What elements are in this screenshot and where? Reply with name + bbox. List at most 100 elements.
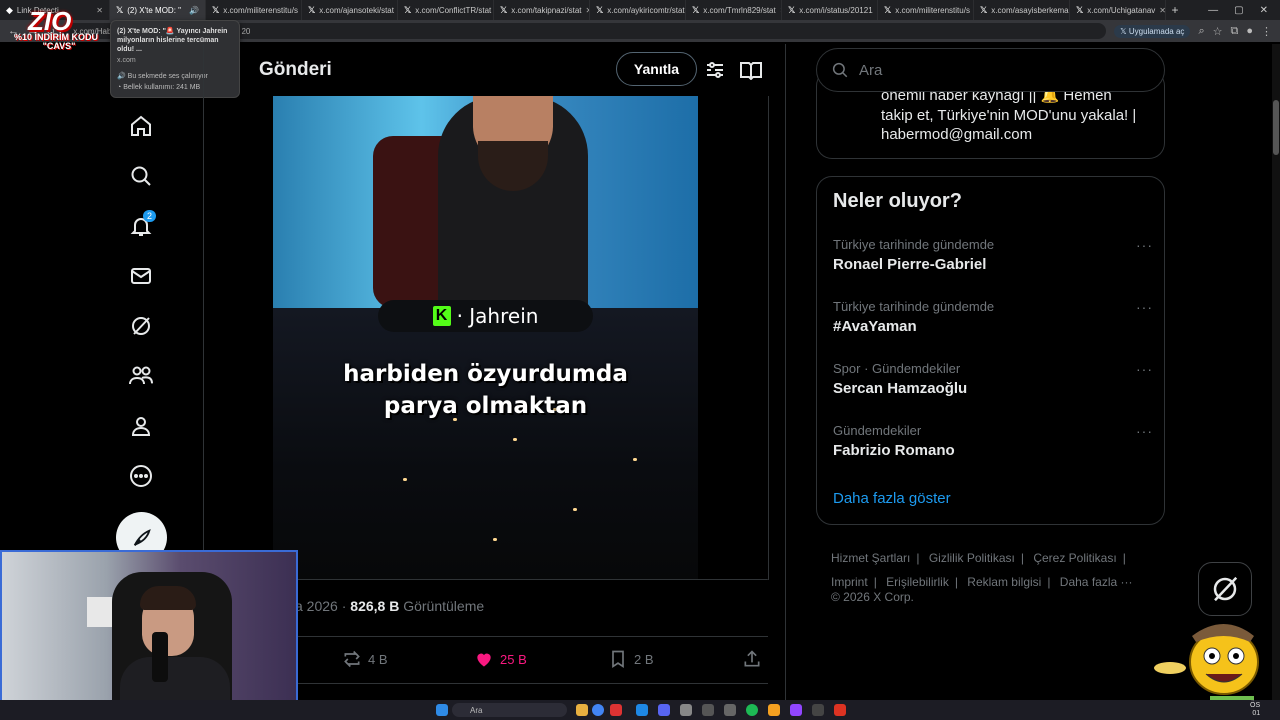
reply-button[interactable]: Yanıtla (616, 52, 697, 86)
browser-tab[interactable]: 𝕏x.com/aykiricomtr/stat✕ (590, 0, 686, 20)
nav-profile[interactable] (122, 407, 160, 445)
edge-icon[interactable] (636, 704, 648, 716)
browser-tab[interactable]: 𝕏x.com/ajansoteki/stat✕ (302, 0, 398, 20)
footer-link[interactable]: Reklam bilgisi (967, 575, 1041, 589)
profile-icon (131, 417, 151, 436)
nav-notifications[interactable]: 2 (122, 207, 160, 245)
meta-dot: · (341, 598, 351, 614)
trend-item[interactable]: Gündemdekiler Fabrizio Romano ··· (833, 423, 1153, 459)
maximize-icon[interactable]: ▢ (1234, 5, 1243, 16)
footer-separator: | (1047, 575, 1051, 589)
browser-tab[interactable]: 𝕏x.com/Uchigatanav ✕ (1070, 0, 1166, 20)
bookmark-star-icon[interactable]: ☆ (1213, 25, 1223, 38)
footer-link[interactable]: Erişilebilirlik (886, 575, 949, 589)
app-icon[interactable] (702, 704, 714, 716)
show-more-link[interactable]: Daha fazla göster (833, 490, 951, 507)
footer-link[interactable]: Imprint (831, 575, 868, 589)
zoom-icon[interactable]: ⌕ (1198, 25, 1204, 38)
browser-tab[interactable]: 𝕏x.com/i/status/20121✕ (782, 0, 878, 20)
footer-link[interactable]: Hizmet Şartları (831, 551, 910, 565)
grok-floating-button[interactable] (1198, 562, 1252, 616)
search-placeholder: Ara (859, 61, 883, 79)
tab-label: x.com/asayisberkemal (991, 5, 1070, 15)
browser-tab[interactable]: 𝕏x.com/asayisberkemal✕ (974, 0, 1070, 20)
browser-tab[interactable]: 𝕏x.com/militerenstitu/s✕ (878, 0, 974, 20)
new-tab-button[interactable]: + (1166, 3, 1184, 17)
open-in-app-button[interactable]: 𝕏 Uygulamada aç (1114, 24, 1191, 38)
video-frame-streamer (273, 96, 698, 308)
more-options-icon[interactable]: ··· (1136, 423, 1153, 439)
taskbar-search[interactable]: Ara (452, 703, 567, 717)
bookmark-button[interactable]: 2 B (608, 649, 654, 669)
taskbar-search-placeholder: Ara (470, 705, 483, 715)
windows-start-icon[interactable] (436, 704, 448, 716)
browser-tab[interactable]: 𝕏x.com/militerenstitu/s✕ (206, 0, 302, 20)
reader-mode-icon[interactable] (740, 60, 762, 80)
trend-item[interactable]: Spor · Gündemdekiler Sercan Hamzaoğlu ··… (833, 361, 1153, 397)
video-frame-city (273, 308, 698, 579)
bio-text: önemli haber kaynağı || 🔔 Hemen takip et… (881, 86, 1161, 126)
video-caption: harbiden özyurdumda parya olmaktan (273, 358, 698, 422)
more-options-icon[interactable]: ··· (1136, 361, 1153, 377)
discord-icon[interactable] (658, 704, 670, 716)
app-icon[interactable] (768, 704, 780, 716)
spotify-icon[interactable] (746, 704, 758, 716)
browser-tab[interactable]: 𝕏x.com/takipnazi/stat✕ (494, 0, 590, 20)
footer-separator: | (1122, 551, 1126, 565)
browser-tab-bar: ◆ Link Detecti ✕ 𝕏 (2) X'te MOD: " 🔊 𝕏x.com/… (0, 0, 1280, 20)
nav-communities[interactable] (122, 357, 160, 395)
open-in-app-label: Uygulamada aç (1128, 26, 1185, 36)
search-input[interactable]: Ara (816, 48, 1165, 92)
x-logo-icon: 𝕏 (500, 4, 508, 15)
trend-item[interactable]: Türkiye tarihinde gündemde Ronael Pierre… (833, 237, 1153, 273)
nav-messages[interactable] (122, 257, 160, 295)
street-light (493, 538, 497, 541)
nav-more[interactable] (122, 457, 160, 495)
minimize-icon[interactable]: — (1208, 5, 1218, 16)
post-video[interactable]: K · Jahrein harbiden özyurdumda parya ol… (273, 96, 698, 579)
window-controls: — ▢ ✕ (1208, 5, 1280, 16)
x-logo-icon: 𝕏 (308, 4, 316, 15)
footer-separator: | (916, 551, 920, 565)
scrollbar-thumb[interactable] (1273, 100, 1279, 155)
app-icon[interactable] (834, 704, 846, 716)
footer-more-link[interactable]: Daha fazla ··· (1060, 575, 1133, 589)
share-button[interactable] (742, 649, 762, 669)
close-icon[interactable]: ✕ (1159, 6, 1165, 15)
browser-tab[interactable]: 𝕏x.com/ConflictTR/stat✕ (398, 0, 494, 20)
speaker-icon[interactable]: 🔊 (189, 6, 199, 15)
like-button[interactable]: 25 B (474, 649, 527, 669)
nav-grok[interactable] (122, 307, 160, 345)
footer-link[interactable]: Çerez Politikası (1033, 551, 1116, 565)
trend-item[interactable]: Türkiye tarihinde gündemde #AvaYaman ··· (833, 299, 1153, 335)
sponsor-logo: ZIO (28, 6, 72, 36)
taskbar-clock[interactable]: ÖS 01 (1250, 702, 1260, 718)
app-icon[interactable] (812, 704, 824, 716)
nav-explore[interactable] (122, 157, 160, 195)
profile-icon[interactable]: ● (1246, 25, 1253, 37)
footer-separator: | (1020, 551, 1024, 565)
app-icon[interactable] (680, 704, 692, 716)
sliders-icon[interactable] (705, 60, 725, 80)
post-meta: ca 2026 · 826,8 B Görüntüleme (288, 598, 484, 614)
tooltip-audio: Bu sekmede ses çalınıyor (127, 73, 208, 80)
footer-link[interactable]: Gizlilik Politikası (929, 551, 1015, 565)
menu-icon[interactable]: ⋮ (1261, 25, 1272, 38)
more-options-icon[interactable]: ··· (1136, 237, 1153, 253)
bookmark-icon (612, 650, 624, 669)
close-window-icon[interactable]: ✕ (1260, 5, 1268, 16)
chrome-icon[interactable] (592, 704, 604, 716)
browser-tab[interactable]: 𝕏x.com/Tmrln829/stat✕ (686, 0, 782, 20)
copyright: © 2026 X Corp. (831, 590, 914, 604)
nav-home[interactable] (122, 107, 160, 145)
more-options-icon[interactable]: ··· (1136, 299, 1153, 315)
browser-tab-active[interactable]: 𝕏 (2) X'te MOD: " 🔊 (110, 0, 206, 20)
folder-icon[interactable] (576, 704, 588, 716)
extensions-icon[interactable]: ⧉ (1230, 25, 1238, 38)
app-icon[interactable] (610, 704, 622, 716)
app-icon[interactable] (724, 704, 736, 716)
post-header: Gönderi Yanıtla (203, 44, 768, 96)
repost-button[interactable]: 4 B (342, 649, 388, 669)
url-text-suffix: 20 (241, 26, 251, 36)
twitch-icon[interactable] (790, 704, 802, 716)
